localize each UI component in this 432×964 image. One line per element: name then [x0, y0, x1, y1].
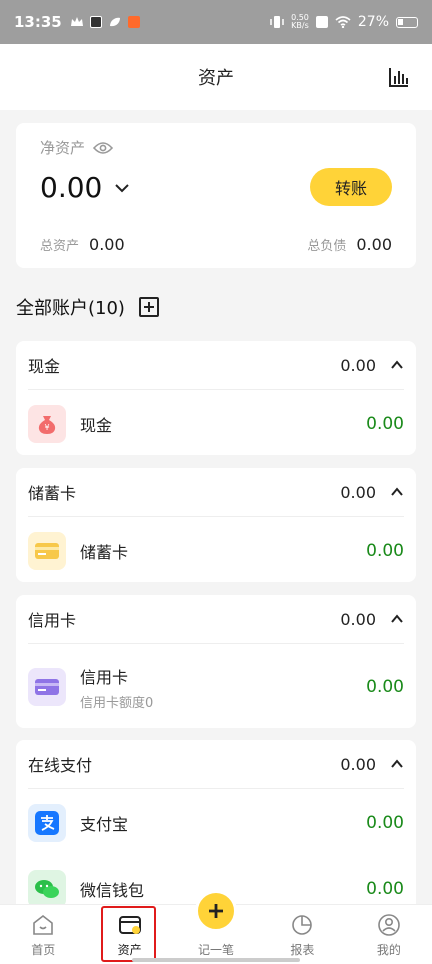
- list-item[interactable]: 支付宝 0.00: [16, 800, 416, 846]
- group-header[interactable]: 信用卡 0.00: [16, 595, 416, 643]
- group-header[interactable]: 在线支付 0.00: [16, 740, 416, 788]
- debit-card-icon: [28, 532, 66, 570]
- wechat-icon: [28, 870, 66, 908]
- network-speed-unit: KB/s: [291, 21, 309, 30]
- nav-home[interactable]: 首页: [0, 905, 86, 964]
- user-icon: [378, 914, 400, 936]
- account-amount: 0.00: [366, 879, 404, 899]
- group-name: 现金: [28, 357, 61, 376]
- total-liabilities-value: 0.00: [356, 235, 392, 254]
- status-time: 13:35: [14, 13, 62, 31]
- account-name: 现金: [80, 416, 113, 435]
- chevron-up-icon: [391, 487, 403, 496]
- nav-home-label: 首页: [31, 943, 56, 957]
- svg-text:¥: ¥: [44, 423, 49, 432]
- credit-limit: 信用卡额度0: [80, 695, 154, 711]
- group-header[interactable]: 现金 0.00: [16, 341, 416, 389]
- crown-icon: [70, 17, 83, 26]
- group-name: 信用卡: [28, 611, 77, 630]
- chevron-up-icon: [391, 360, 403, 369]
- net-assets-value: 0.00: [40, 171, 103, 204]
- account-group-credit: 信用卡 0.00 信用卡 信用卡额度0 0.00: [16, 595, 416, 728]
- bar-chart-icon[interactable]: [388, 66, 410, 88]
- group-total: 0.00: [340, 609, 376, 629]
- account-name: 支付宝: [80, 815, 129, 834]
- nav-reports-label: 报表: [290, 943, 315, 957]
- alipay-icon: [28, 804, 66, 842]
- all-accounts-title: 全部账户(10): [16, 298, 125, 319]
- account-name: 信用卡: [80, 667, 129, 687]
- nav-reports[interactable]: 报表: [259, 905, 345, 964]
- pie-chart-icon: [292, 915, 313, 935]
- wallet-icon: [118, 916, 141, 934]
- account-amount: 0.00: [366, 541, 404, 561]
- no-sim-icon: [315, 16, 328, 28]
- account-amount: 0.00: [366, 414, 404, 434]
- nav-assets[interactable]: 资产: [86, 905, 172, 964]
- account-amount: 0.00: [366, 813, 404, 833]
- group-total: 0.00: [340, 482, 376, 502]
- account-name: 微信钱包: [80, 881, 145, 900]
- account-name: 储蓄卡: [80, 543, 129, 562]
- page-header: 资产: [0, 44, 432, 110]
- vibrate-icon: [270, 16, 284, 28]
- account-group-cash: 现金 0.00 ¥ 现金 0.00: [16, 341, 416, 455]
- eye-icon[interactable]: [93, 141, 114, 155]
- home-indicator: [132, 958, 300, 962]
- nav-assets-label: 资产: [117, 943, 142, 957]
- chevron-up-icon: [391, 759, 403, 768]
- net-assets-value-toggle[interactable]: 0.00: [40, 171, 130, 204]
- plus-icon: [209, 904, 223, 918]
- nav-profile-label: 我的: [376, 943, 401, 957]
- net-assets-card: 净资产 0.00 转账 总资产 0.00 总负债 0.00: [16, 123, 416, 268]
- total-assets-value: 0.00: [89, 235, 125, 254]
- group-total: 0.00: [340, 355, 376, 375]
- list-item[interactable]: 储蓄卡 0.00: [16, 528, 416, 574]
- money-bag-icon: ¥: [28, 405, 66, 443]
- nav-profile[interactable]: 我的: [346, 905, 432, 964]
- chevron-down-icon: [115, 183, 130, 192]
- total-liabilities-label: 总负债: [307, 239, 347, 254]
- net-assets-label: 净资产: [40, 139, 86, 157]
- credit-card-icon: [28, 668, 66, 706]
- account-amount: 0.00: [366, 677, 404, 697]
- nav-record-label: 记一笔: [198, 943, 235, 957]
- status-bar: 13:35 0.50 KB/s 27%: [0, 0, 432, 44]
- list-item[interactable]: 信用卡 信用卡额度0 0.00: [16, 659, 416, 715]
- wifi-icon: [335, 16, 351, 28]
- app-notification-icon: [89, 16, 102, 28]
- battery-icon: [396, 16, 418, 28]
- add-account-icon[interactable]: [138, 297, 159, 317]
- group-name: 在线支付: [28, 756, 93, 775]
- home-icon: [33, 914, 54, 935]
- transfer-button[interactable]: 转账: [310, 168, 392, 206]
- group-header[interactable]: 储蓄卡 0.00: [16, 468, 416, 516]
- list-item[interactable]: ¥ 现金 0.00: [16, 401, 416, 447]
- leaf-icon: [109, 17, 120, 27]
- total-assets-label: 总资产: [40, 239, 80, 254]
- group-name: 储蓄卡: [28, 484, 77, 503]
- add-record-button[interactable]: [195, 890, 237, 932]
- group-total: 0.00: [340, 754, 376, 774]
- account-group-savings: 储蓄卡 0.00 储蓄卡 0.00: [16, 468, 416, 582]
- battery-percent: 27%: [357, 14, 389, 30]
- notification-badge-icon: [127, 16, 140, 28]
- chevron-up-icon: [391, 614, 403, 623]
- page-title: 资产: [198, 68, 234, 89]
